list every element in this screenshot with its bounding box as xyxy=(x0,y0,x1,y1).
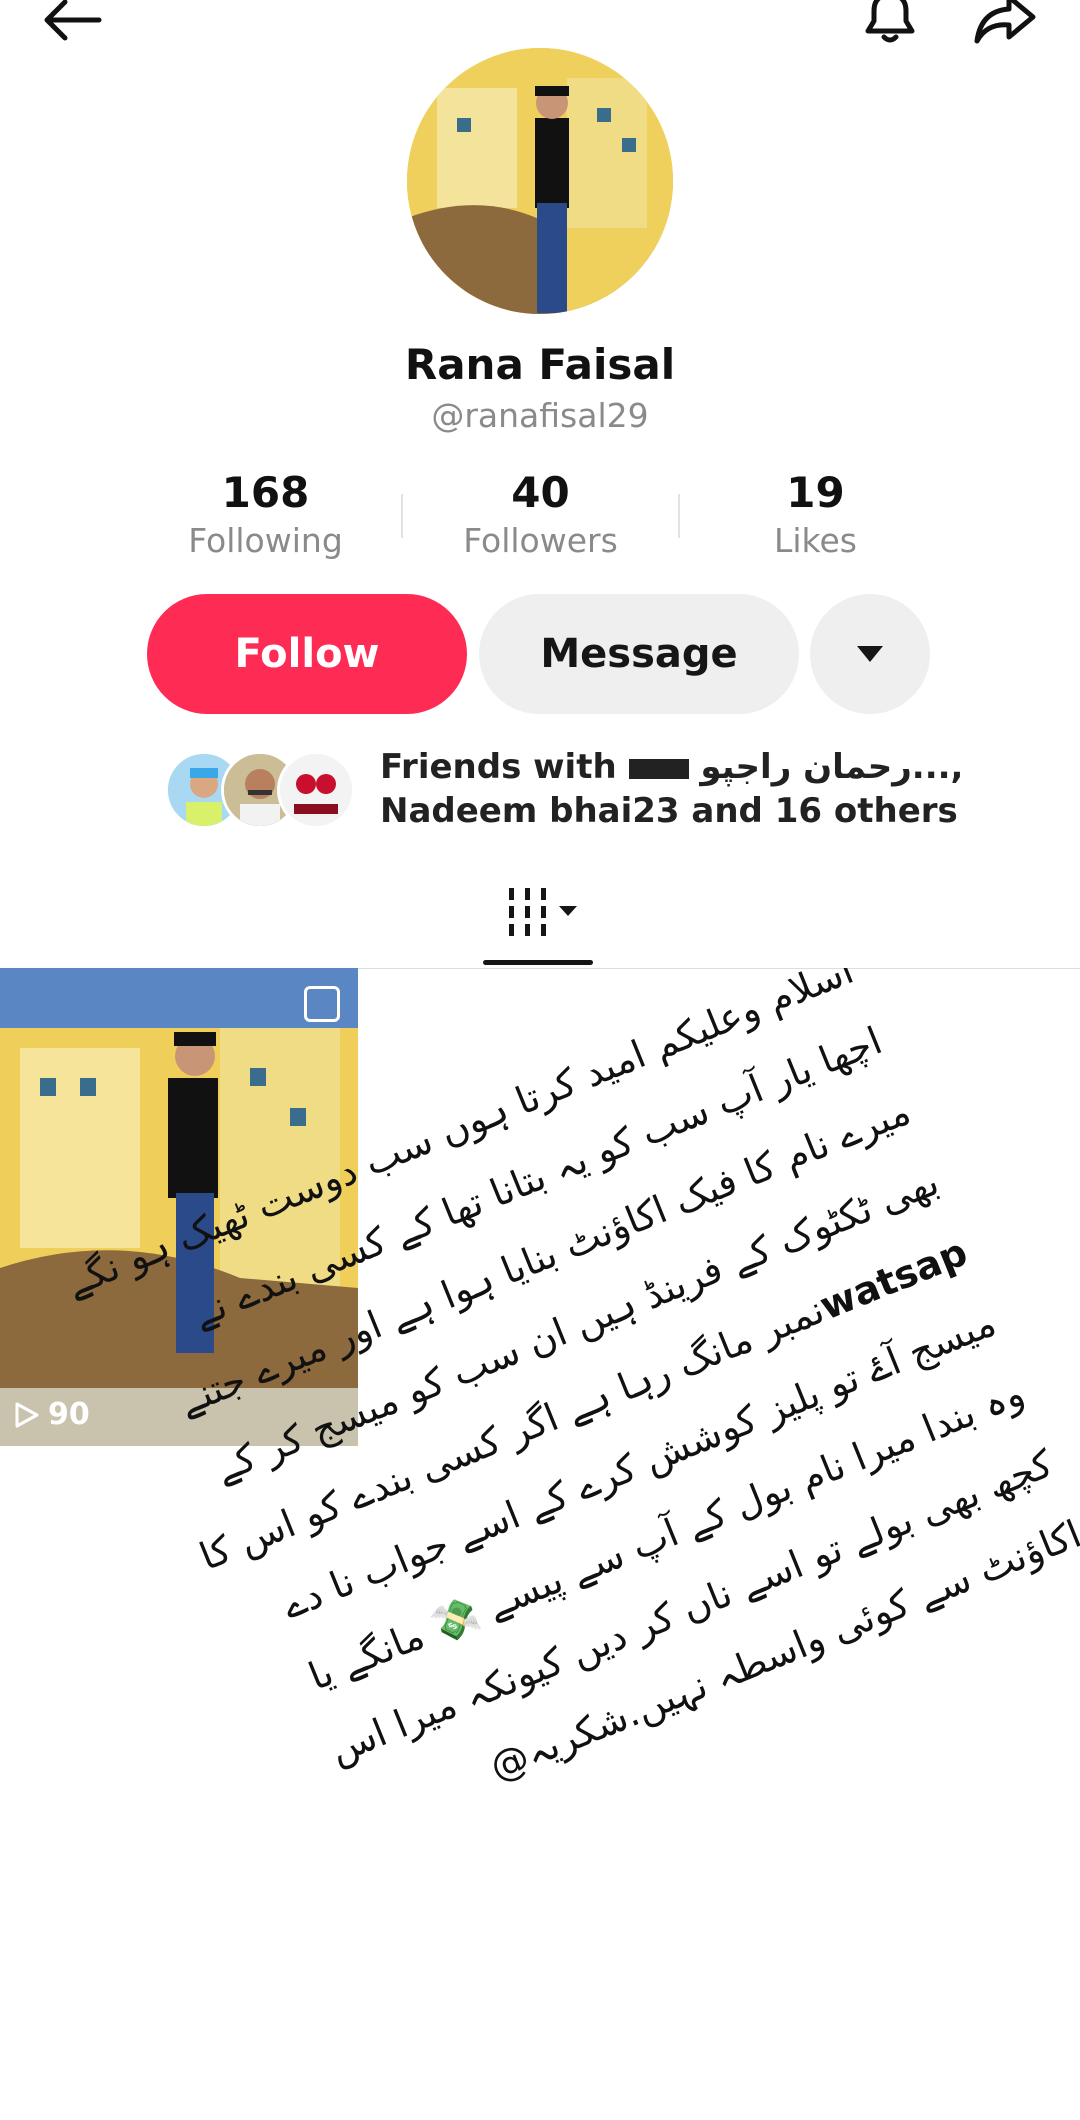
message-button[interactable]: Message xyxy=(479,594,799,714)
redacted-name-bar xyxy=(628,758,689,779)
back-arrow-icon[interactable] xyxy=(38,0,108,50)
profile-handle: @ranafisal29 xyxy=(431,396,649,435)
stat-value: 168 xyxy=(221,468,310,517)
friend-avatar xyxy=(277,751,355,829)
more-options-button[interactable] xyxy=(810,594,930,714)
profile-name: Rana Faisal xyxy=(404,340,676,389)
avatar-photo xyxy=(407,48,673,314)
stat-followers[interactable]: 40 Followers xyxy=(403,468,678,568)
friends-prefix: Friends with xyxy=(380,747,617,787)
stat-label: Following xyxy=(188,521,343,560)
stat-divider xyxy=(678,494,680,538)
tab-videos[interactable] xyxy=(495,882,595,942)
stat-value: 19 xyxy=(786,468,845,517)
content-tab-bar xyxy=(0,872,1080,969)
stat-likes: 19 Likes xyxy=(678,468,953,568)
profile-avatar[interactable] xyxy=(407,48,673,314)
stat-following[interactable]: 168 Following xyxy=(128,468,403,568)
friend-name: رحمان راجپو... xyxy=(700,747,951,787)
share-icon[interactable] xyxy=(965,0,1045,50)
friends-line-2: Nadeem bhai23 and 16 others xyxy=(380,791,958,831)
stat-value: 40 xyxy=(511,468,570,517)
grid-icon xyxy=(509,888,577,936)
mutual-friends[interactable]: Friends with رحمان راجپو..., Nadeem bhai… xyxy=(165,745,965,845)
overlay-note: اسلام وعلیکم امید کرتا ہوں سب دوست ٹھیک … xyxy=(0,968,1080,2120)
profile-stats: 168 Following 40 Followers 19 Likes xyxy=(128,468,953,568)
follow-button[interactable]: Follow xyxy=(147,594,467,714)
friends-text: Friends with رحمان راجپو..., Nadeem bhai… xyxy=(380,745,980,833)
friends-separator: , xyxy=(950,747,964,787)
stat-label: Followers xyxy=(463,521,618,560)
stat-divider xyxy=(401,494,403,538)
stat-label: Likes xyxy=(774,521,857,560)
bell-icon[interactable] xyxy=(855,0,925,50)
caret-down-icon xyxy=(857,646,883,662)
tab-underline xyxy=(483,960,593,965)
note-text: اسلام وعلیکم امید کرتا ہوں سب دوست ٹھیک … xyxy=(0,968,1080,1927)
